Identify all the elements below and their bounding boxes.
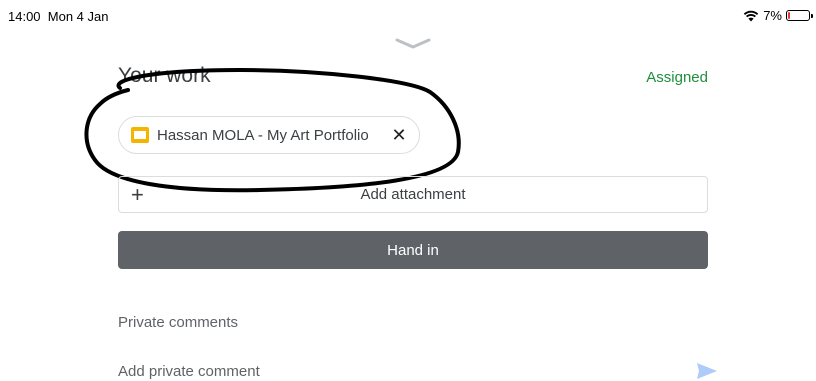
your-work-title: Your work <box>118 64 211 87</box>
add-attachment-label: Add attachment <box>360 186 466 203</box>
status-indicators: 7% <box>743 8 813 23</box>
wifi-icon <box>743 10 759 21</box>
hand-in-label: Hand in <box>387 241 439 259</box>
battery-fill <box>788 12 790 19</box>
slides-icon <box>131 127 149 143</box>
assignment-status: Assigned <box>646 69 708 86</box>
send-icon[interactable] <box>696 362 718 380</box>
private-comments-heading: Private comments <box>118 314 239 331</box>
close-icon[interactable]: ✕ <box>389 125 409 146</box>
plus-icon: + <box>131 182 144 207</box>
attachment-name: Hassan MOLA - My Art Portfolio <box>157 126 369 144</box>
battery-icon <box>786 10 813 21</box>
hand-in-button[interactable]: Hand in <box>118 231 708 269</box>
private-comment-input[interactable] <box>118 361 678 381</box>
date-label: Mon 4 Jan <box>47 9 109 24</box>
time-label: 14:00 <box>8 9 41 24</box>
attachment-chip[interactable]: Hassan MOLA - My Art Portfolio ✕ <box>118 116 420 154</box>
battery-percent: 7% <box>763 8 782 23</box>
status-time: 14:00 Mon 4 Jan <box>8 9 108 24</box>
add-attachment-button[interactable]: + Add attachment <box>118 176 708 213</box>
chevron-down-icon[interactable] <box>395 38 431 50</box>
status-bar: 14:00 Mon 4 Jan 7% <box>0 0 816 26</box>
